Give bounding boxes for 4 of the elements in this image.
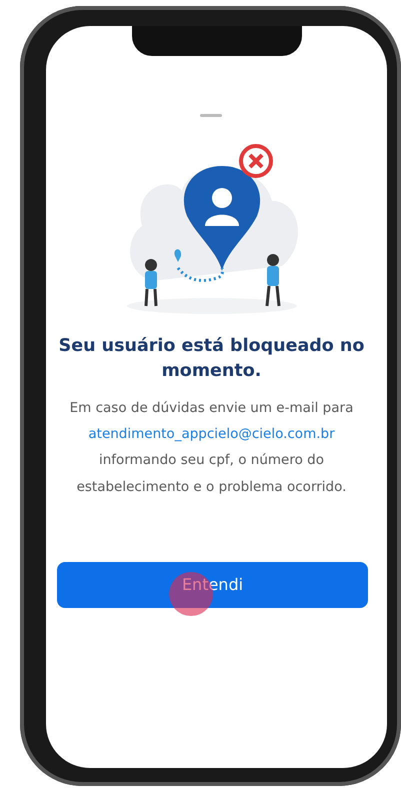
understood-button[interactable]: Entendi bbox=[57, 562, 368, 608]
message-title: Seu usuário está bloqueado no momento. bbox=[58, 335, 366, 384]
email-link[interactable]: atendimento_appcielo@cielo.com.br bbox=[88, 426, 335, 442]
message-text: Em caso de dúvidas envie um e-mail para atendimento_appcielo@cielo.com.br informando seu cpf, o número do estabelecimento e o problema ocorrido. bbox=[68, 398, 354, 497]
